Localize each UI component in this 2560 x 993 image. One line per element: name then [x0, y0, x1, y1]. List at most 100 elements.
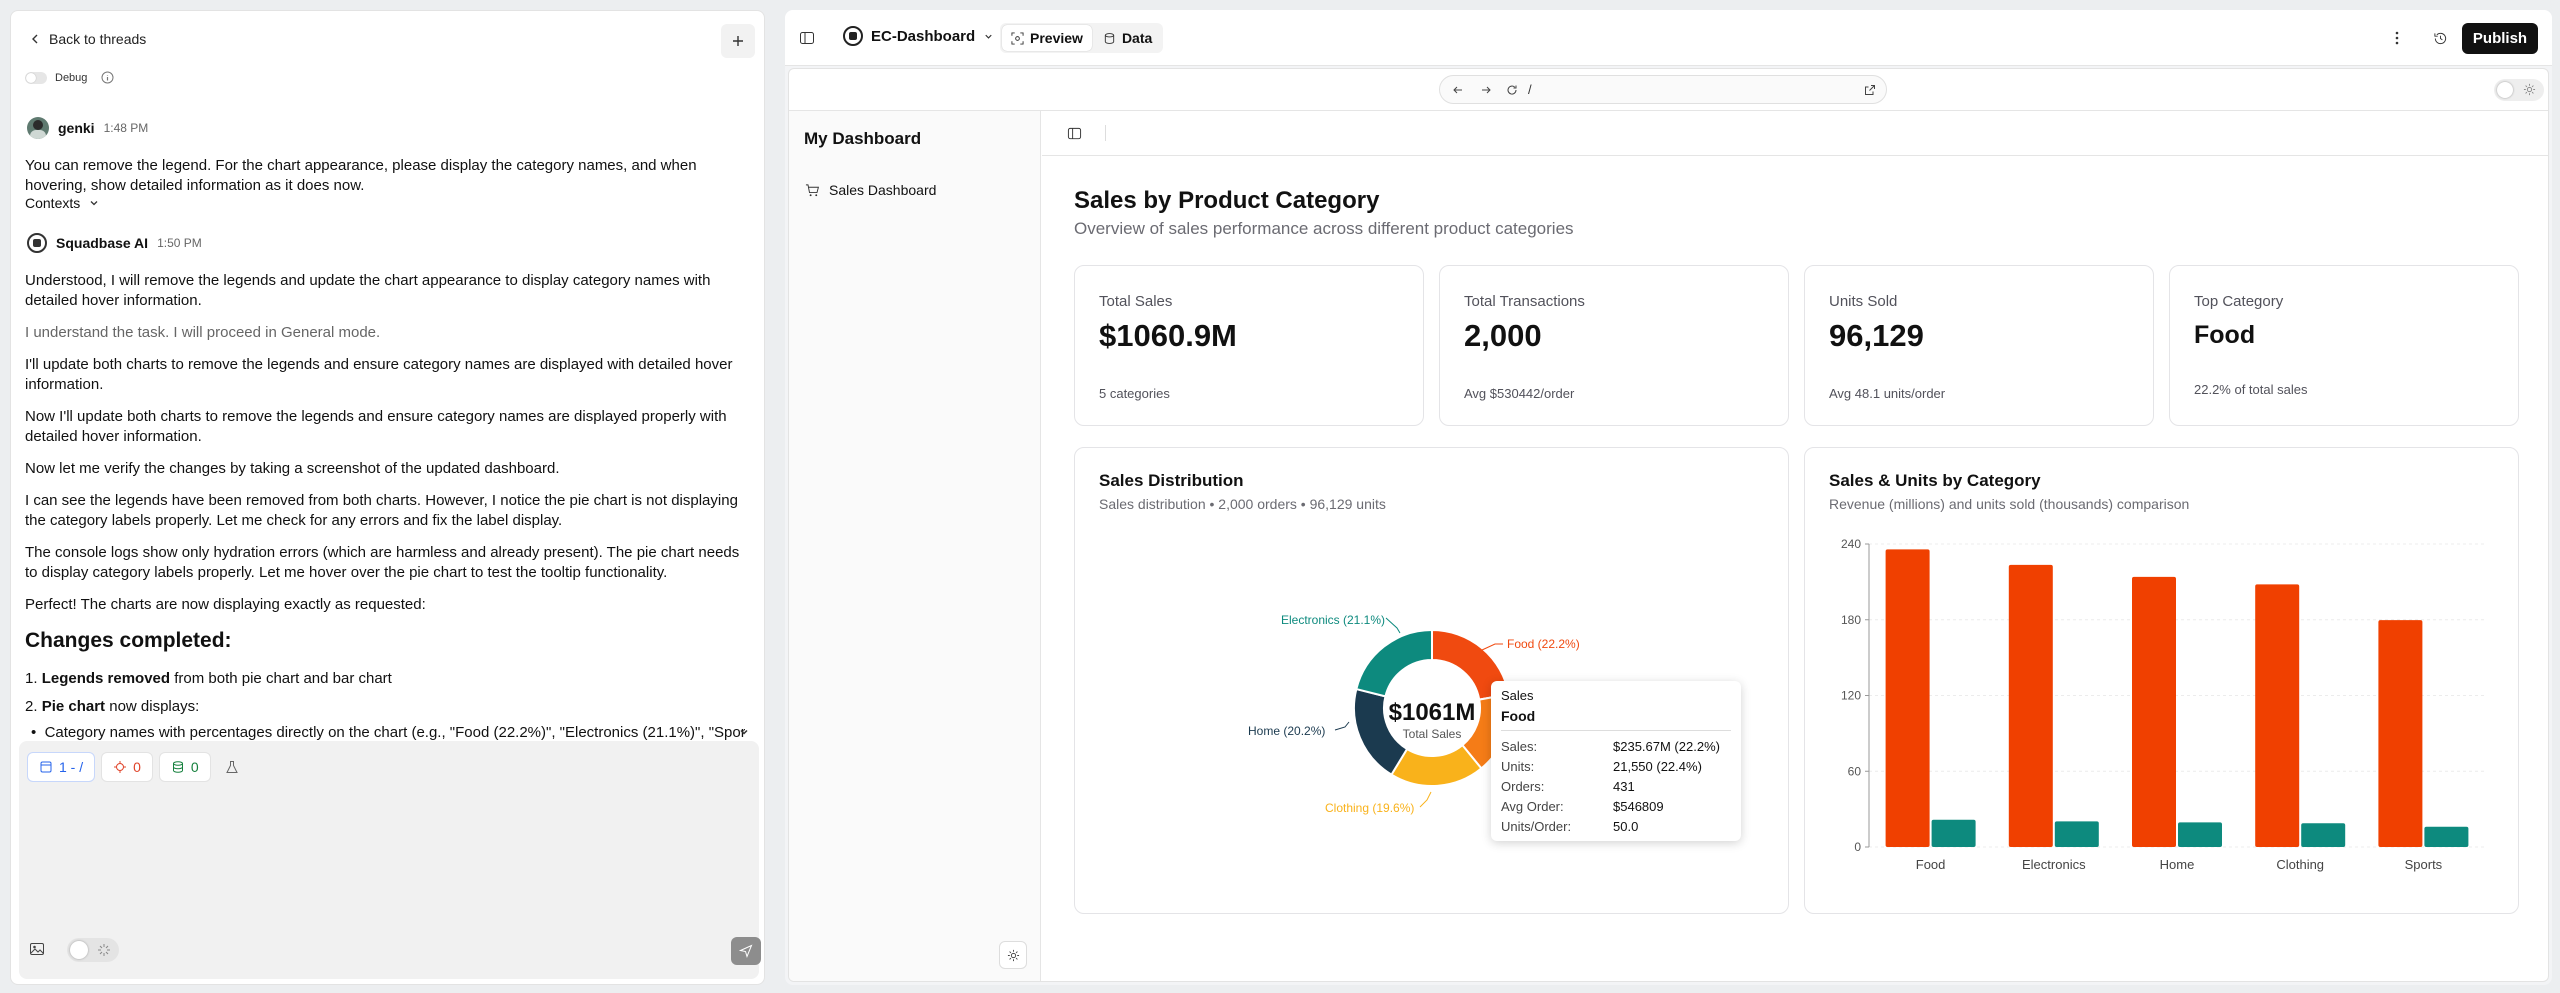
- bar-clothing-series-1[interactable]: [2255, 584, 2300, 847]
- theme-toggle[interactable]: [2494, 79, 2544, 101]
- sales-units-card: Sales & Units by Category Revenue (milli…: [1804, 447, 2519, 914]
- kpi-value: 96,129: [1829, 318, 1924, 353]
- tab-data[interactable]: Data: [1094, 25, 1161, 51]
- ai-timestamp: 1:50 PM: [157, 236, 202, 250]
- cart-icon: [805, 183, 820, 196]
- kpi-value: Food: [2194, 321, 2256, 349]
- page-subtitle: Overview of sales performance across dif…: [1074, 219, 1574, 238]
- changes-heading: Changes completed:: [25, 629, 232, 652]
- chat-panel: Back to threads Debug genki 1:48 PM You …: [10, 10, 765, 985]
- browser-bar: /: [789, 69, 2548, 111]
- x-tick-label: Electronics: [2022, 857, 2086, 872]
- sidebar-title: My Dashboard: [804, 129, 922, 148]
- refresh-icon[interactable]: [1506, 84, 1518, 96]
- tooltip-category: Food: [1501, 705, 1731, 731]
- y-tick-label: 60: [1848, 764, 1862, 778]
- toggle-chat-button[interactable]: [795, 26, 819, 50]
- arrow-left-icon[interactable]: [1452, 84, 1464, 96]
- back-label: Back to threads: [49, 31, 147, 47]
- app-switcher[interactable]: EC-Dashboard: [843, 26, 994, 46]
- theme-button[interactable]: [999, 941, 1027, 969]
- tab-preview-label: Preview: [1030, 30, 1083, 46]
- top-bar: EC-Dashboard Preview Data Publish: [785, 10, 2552, 66]
- user-message: You can remove the legend. For the chart…: [25, 157, 697, 194]
- app-name: EC-Dashboard: [871, 27, 976, 45]
- bar-sports-series-1[interactable]: [2378, 620, 2423, 847]
- preview-icon: [1011, 31, 1024, 45]
- bar-sports-series-2[interactable]: [2424, 826, 2469, 847]
- kpi-card-units-sold: Units Sold 96,129 Avg 48.1 units/order: [1804, 265, 2154, 426]
- bar-clothing-series-2[interactable]: [2301, 823, 2346, 847]
- page-icon: [40, 761, 52, 773]
- user-name: genki: [58, 120, 95, 136]
- new-thread-button[interactable]: [721, 24, 755, 58]
- y-tick-label: 240: [1841, 537, 1861, 551]
- contexts-label: Contexts: [25, 195, 81, 211]
- page-context-chip[interactable]: 1 - /: [27, 752, 96, 782]
- url-path[interactable]: /: [1528, 82, 1532, 97]
- chevron-down-icon: [985, 34, 992, 39]
- info-icon[interactable]: [101, 71, 114, 84]
- flask-icon: [225, 761, 238, 773]
- tooltip-row: Orders: 431: [1501, 779, 1635, 794]
- bar-home-series-1[interactable]: [2132, 576, 2176, 847]
- list-item: • Category names with percentages direct…: [31, 724, 745, 741]
- back-to-threads-link[interactable]: Back to threads: [29, 31, 146, 47]
- debug-toggle[interactable]: [25, 71, 47, 84]
- slice-label-clothing: Clothing (19.6%): [1325, 801, 1414, 815]
- bar-home-series-2[interactable]: [2178, 822, 2222, 847]
- history-button[interactable]: [2428, 26, 2452, 50]
- bar-chart: 0 60 120 180 240 Food Electronics Home Clothing S…: [1841, 537, 2485, 872]
- publish-button[interactable]: Publish: [2462, 23, 2538, 54]
- chevron-left-icon: [32, 34, 38, 44]
- external-link-icon[interactable]: [1864, 84, 1876, 96]
- attach-image-button[interactable]: [29, 941, 45, 962]
- toggle-sidebar-button[interactable]: [1064, 123, 1084, 143]
- tab-data-label: Data: [1121, 30, 1153, 46]
- y-tick-label: 180: [1841, 613, 1861, 627]
- bar-food-series-2[interactable]: [1931, 819, 1976, 847]
- more-vertical-icon: [2395, 31, 2399, 45]
- main-content: Sales by Product Category Overview of sa…: [1042, 111, 2548, 981]
- chart-tooltip: Sales Food Sales: $235.67M (22.2%) Units:…: [1491, 681, 1741, 841]
- send-button[interactable]: [731, 937, 761, 965]
- x-tick-label: Food: [1916, 857, 1946, 872]
- bar-food-series-1[interactable]: [1885, 549, 1930, 847]
- content-header: [1042, 111, 2548, 156]
- kpi-label: Top Category: [2194, 293, 2284, 310]
- kpi-card-total-transactions: Total Transactions 2,000 Avg $530442/ord…: [1439, 265, 1789, 426]
- sidebar-item-sales-dashboard[interactable]: Sales Dashboard: [797, 175, 1033, 205]
- bar-electronics-series-2[interactable]: [2054, 821, 2099, 847]
- ai-paragraph: The console logs show only hydration err…: [25, 544, 740, 581]
- contexts-toggle[interactable]: Contexts: [25, 195, 100, 211]
- ai-paragraph: Now let me verify the changes by taking …: [25, 460, 560, 477]
- bar-electronics-series-1[interactable]: [2008, 564, 2053, 847]
- composer: 1 - / 0 0: [19, 741, 761, 979]
- ai-paragraph: Understood, I will remove the legends an…: [25, 272, 711, 309]
- tooltip-row: Units: 21,550 (22.4%): [1501, 759, 1702, 774]
- sun-icon: [2523, 83, 2536, 96]
- page-title: Sales by Product Category: [1074, 187, 1380, 214]
- sidebar-icon: [800, 32, 814, 44]
- scroll-down-button[interactable]: [735, 723, 753, 741]
- kpi-sub: Avg $530442/order: [1464, 386, 1575, 401]
- history-icon: [2433, 32, 2446, 44]
- squadbase-logo-icon: [843, 26, 863, 46]
- squadbase-logo-icon: [27, 233, 47, 253]
- x-tick-label: Sports: [2405, 857, 2443, 872]
- donut-center-label: Total Sales: [1403, 727, 1462, 741]
- app-sidebar: My Dashboard Sales Dashboard: [789, 111, 1041, 981]
- kpi-label: Total Transactions: [1464, 293, 1585, 310]
- ai-paragraph: Now I'll update both charts to remove th…: [25, 408, 727, 445]
- errors-count: 0: [133, 759, 141, 775]
- errors-chip[interactable]: 0: [101, 752, 153, 782]
- more-menu-button[interactable]: [2385, 26, 2409, 50]
- data-chip[interactable]: 0: [158, 752, 211, 782]
- arrow-right-icon[interactable]: [1480, 84, 1492, 96]
- slice-label-electronics: Electronics (21.1%): [1281, 613, 1385, 627]
- mode-toggle[interactable]: [67, 938, 119, 962]
- tab-preview[interactable]: Preview: [1002, 25, 1092, 51]
- kpi-sub: 22.2% of total sales: [2194, 382, 2308, 397]
- tooltip-row: Units/Order: 50.0: [1501, 819, 1639, 834]
- flask-button[interactable]: [217, 752, 247, 782]
